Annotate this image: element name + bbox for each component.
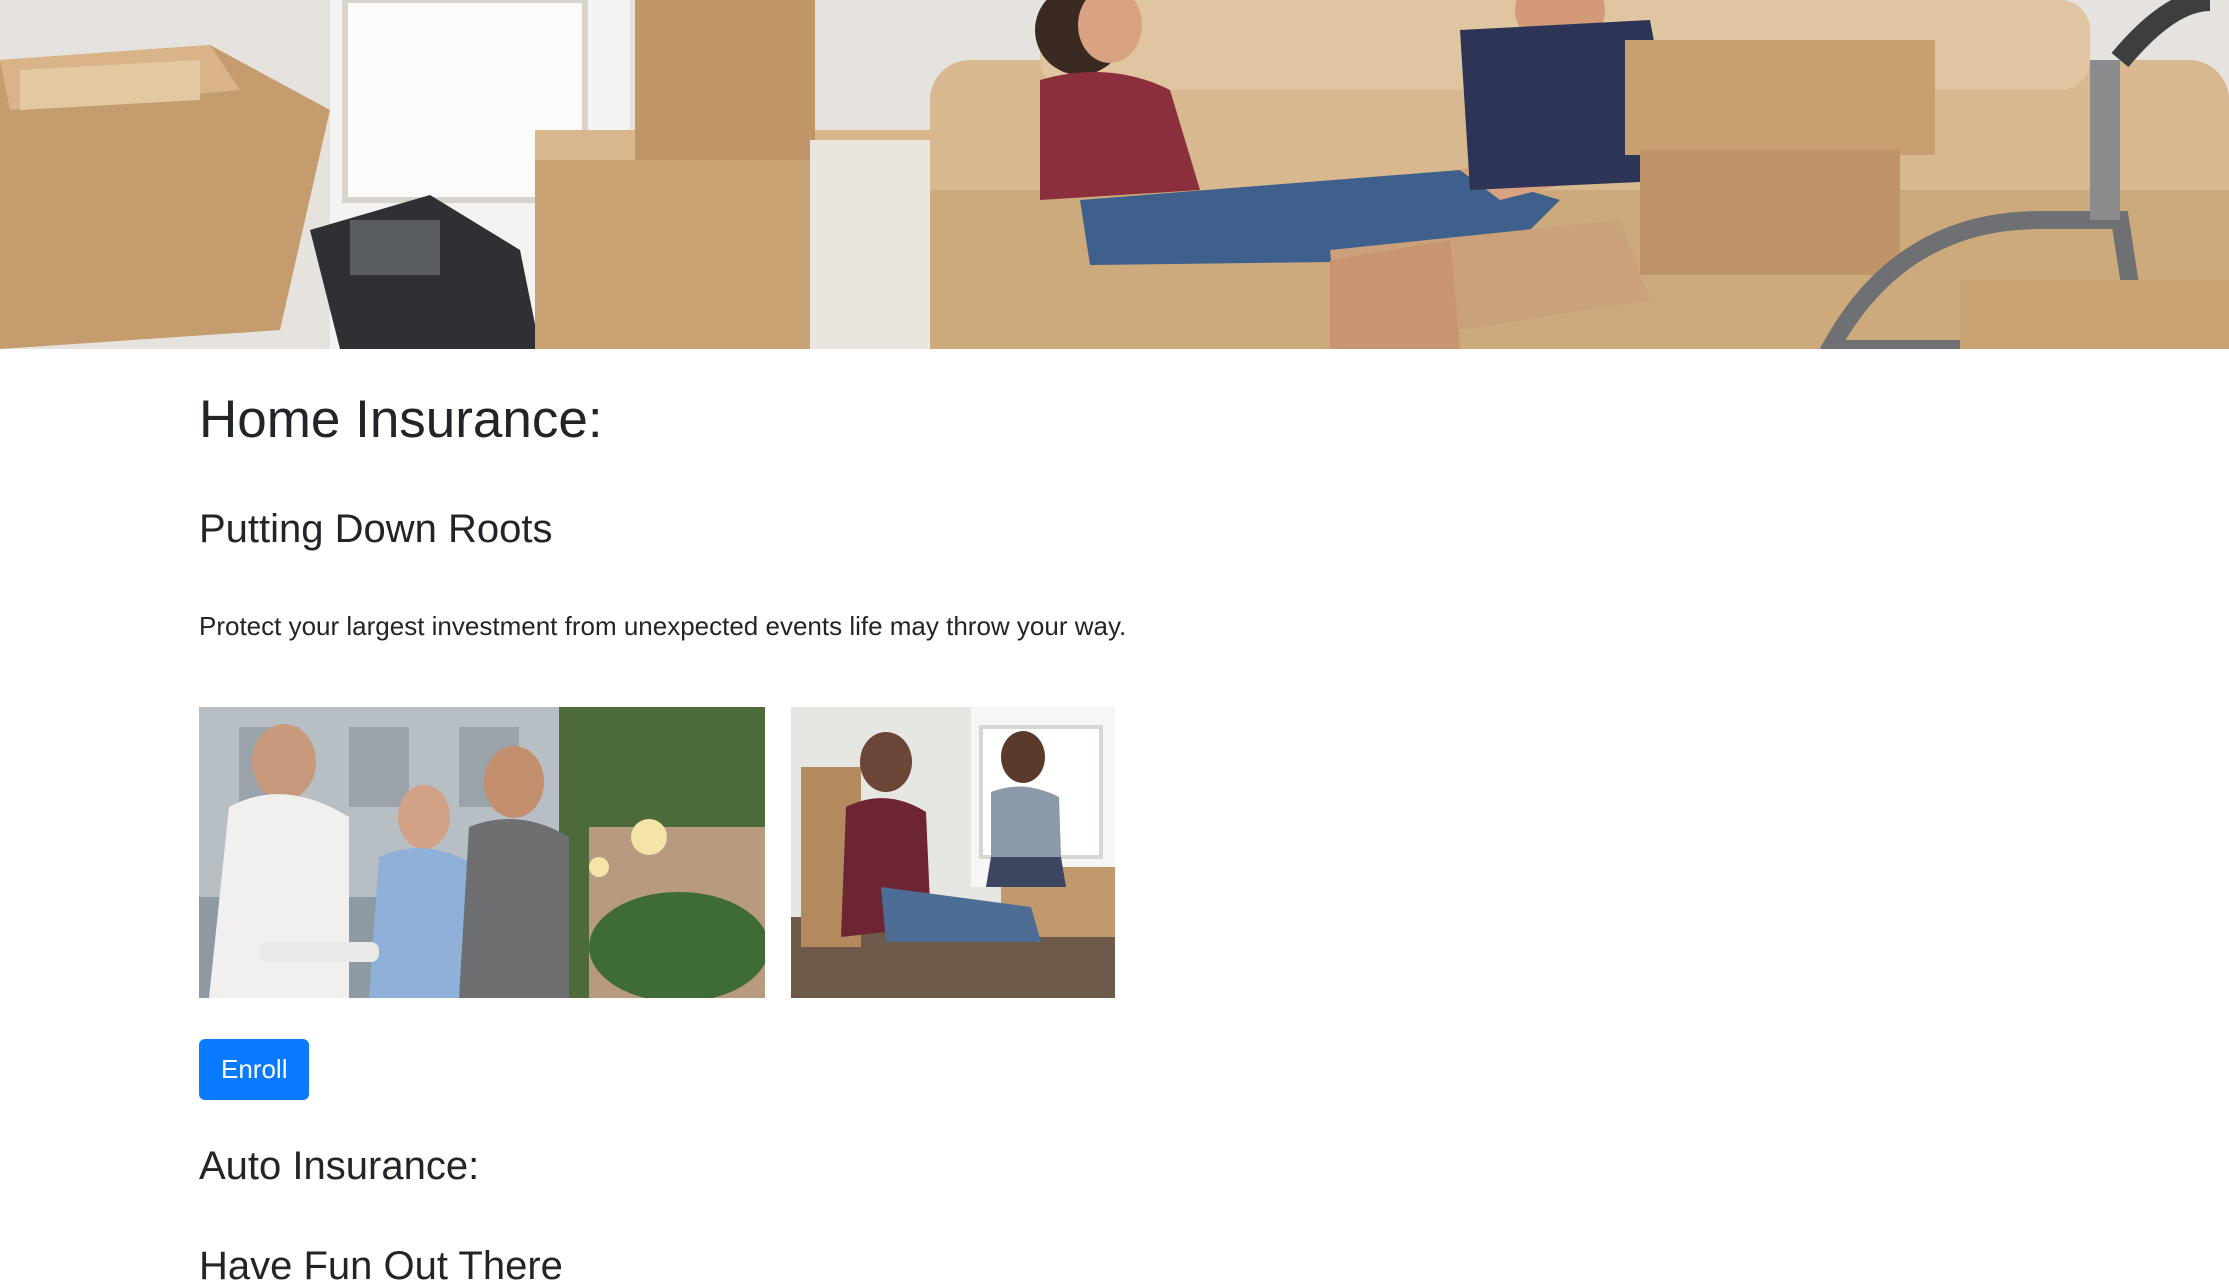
auto-insurance-title: Auto Insurance:	[199, 1144, 480, 1188]
enroll-button[interactable]: Enroll	[199, 1039, 310, 1100]
home-insurance-description: Protect your largest investment from une…	[199, 611, 1127, 641]
hero-photo-illustration	[0, 0, 2229, 349]
home-insurance-title: Home Insurance:	[199, 390, 603, 449]
auto-insurance-subtitle: Have Fun Out There	[199, 1244, 563, 1288]
friends-barbecue-photo	[199, 707, 765, 998]
couple-moving-in-photo	[791, 707, 1115, 998]
home-insurance-subtitle: Putting Down Roots	[199, 507, 553, 551]
hero-image	[0, 0, 2229, 349]
